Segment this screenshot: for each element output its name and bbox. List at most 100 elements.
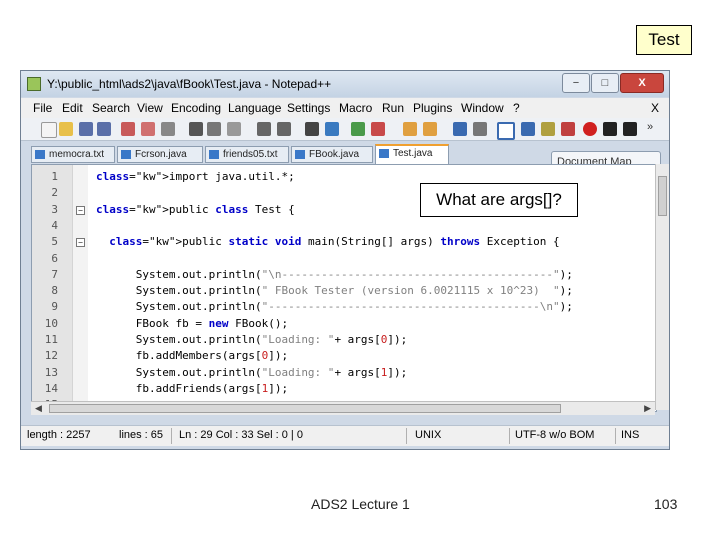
replace-icon[interactable] <box>325 122 339 136</box>
code-line[interactable]: 14 fb.addFriends(args[1]); <box>32 381 652 397</box>
menu-encoding[interactable]: Encoding <box>171 101 221 115</box>
print-icon[interactable] <box>161 122 175 136</box>
close-all-icon[interactable] <box>141 122 155 136</box>
show-all-characters-icon[interactable] <box>473 122 487 136</box>
indent-guide-icon[interactable] <box>497 122 515 140</box>
code-line[interactable]: 10 FBook fb = new FBook(); <box>32 316 652 332</box>
scroll-right-icon[interactable]: ▶ <box>644 403 651 414</box>
horizontal-scroll-thumb[interactable] <box>49 404 561 413</box>
notepad-app-icon <box>27 77 41 91</box>
scroll-left-icon[interactable]: ◀ <box>35 403 42 414</box>
redo-icon[interactable] <box>277 122 291 136</box>
slide-footer: ADS2 Lecture 1 <box>311 496 410 512</box>
menu-bar: File Edit Search View Encoding Language … <box>21 98 669 118</box>
code-line[interactable]: 9 System.out.println("------------------… <box>32 299 652 315</box>
toolbar: » <box>21 118 669 141</box>
save-all-icon[interactable] <box>97 122 111 136</box>
code-text: System.out.println("Loading: "+ args[1])… <box>96 365 408 379</box>
horizontal-scrollbar[interactable]: ◀ ▶ <box>31 401 655 415</box>
stop-macro-icon[interactable] <box>603 122 617 136</box>
minimize-button[interactable]: − <box>562 73 590 93</box>
slide-tag: Test <box>636 25 692 55</box>
tab-test[interactable]: Test.java <box>375 144 449 164</box>
tab-person[interactable]: Fcrson.java <box>117 146 203 163</box>
code-line[interactable]: 4 <box>32 218 652 234</box>
zoom-in-icon[interactable] <box>351 122 365 136</box>
close-button[interactable]: X <box>620 73 664 93</box>
open-file-icon[interactable] <box>59 122 73 136</box>
sync-horizontal-icon[interactable] <box>423 122 437 136</box>
code-text: System.out.println("Loading: "+ args[0])… <box>96 333 408 346</box>
menu-macro[interactable]: Macro <box>339 101 372 115</box>
status-separator <box>171 428 172 444</box>
menu-edit[interactable]: Edit <box>62 101 83 115</box>
find-icon[interactable] <box>305 122 319 136</box>
code-line[interactable]: 13 System.out.println("Loading: "+ args[… <box>32 365 652 381</box>
close-file-icon[interactable] <box>121 122 135 136</box>
line-number: 4 <box>51 218 58 232</box>
fold-toggle-icon[interactable]: − <box>76 205 85 215</box>
code-text: class="kw">public class Test { <box>96 202 295 216</box>
code-text: class="kw">import java.util.*; <box>96 170 295 183</box>
line-number: 10 <box>44 316 58 330</box>
code-line[interactable]: 8 System.out.println(" FBook Tester (ver… <box>32 283 652 299</box>
menu-search[interactable]: Search <box>92 101 130 115</box>
tab-memocra[interactable]: memocra.txt <box>31 146 115 163</box>
status-insert-mode: INS <box>621 429 640 441</box>
line-number: 6 <box>51 251 58 265</box>
code-line[interactable]: 6 <box>32 251 652 267</box>
line-number: 13 <box>44 365 58 379</box>
vertical-scrollbar[interactable] <box>655 164 669 410</box>
cut-icon[interactable] <box>189 122 203 136</box>
new-file-icon[interactable] <box>41 122 57 138</box>
status-eol: UNIX <box>415 429 442 441</box>
menu-window[interactable]: Window <box>461 101 504 115</box>
line-number: 7 <box>51 267 58 281</box>
function-list-icon[interactable] <box>561 122 575 136</box>
status-lines: lines : 65 <box>119 429 164 441</box>
code-line[interactable]: 5 − class="kw">public static void main(St… <box>32 234 652 250</box>
sync-vertical-icon[interactable] <box>403 122 417 136</box>
status-bar: length : 2257 lines : 65 Ln : 29 Col : 3… <box>21 425 669 446</box>
copy-icon[interactable] <box>207 122 221 136</box>
zoom-out-icon[interactable] <box>371 122 385 136</box>
menu-run[interactable]: Run <box>382 101 404 115</box>
menu-help[interactable]: ? <box>513 101 520 115</box>
menu-settings[interactable]: Settings <box>287 101 330 115</box>
code-text: fb.addMembers(args[0]); <box>96 349 289 363</box>
question-callout: What are args[]? <box>420 183 578 217</box>
line-number: 5 <box>51 235 58 249</box>
save-icon[interactable] <box>79 122 93 136</box>
line-number: 14 <box>44 381 58 395</box>
code-text: System.out.println("\n------------------… <box>96 267 573 281</box>
code-line[interactable]: 11 System.out.println("Loading: "+ args[… <box>32 332 652 348</box>
undo-icon[interactable] <box>257 122 271 136</box>
tab-fbook[interactable]: FBook.java <box>291 146 373 163</box>
record-macro-icon[interactable] <box>583 122 597 136</box>
play-macro-icon[interactable] <box>623 122 637 136</box>
window-title: Y:\public_html\ads2\java\fBook\Test.java… <box>47 77 332 91</box>
code-line[interactable]: 12 fb.addMembers(args[0]); <box>32 348 652 364</box>
menu-file[interactable]: File <box>33 101 52 115</box>
status-length: length : 2257 <box>27 429 91 441</box>
word-wrap-icon[interactable] <box>453 122 467 136</box>
menu-plugins[interactable]: Plugins <box>413 101 452 115</box>
title-bar[interactable]: Y:\public_html\ads2\java\fBook\Test.java… <box>21 71 669 97</box>
paste-icon[interactable] <box>227 122 241 136</box>
menu-language[interactable]: Language <box>228 101 281 115</box>
line-number: 1 <box>51 170 58 183</box>
status-separator <box>406 428 407 444</box>
code-text: FBook fb = new FBook(); <box>96 316 289 330</box>
toolbar-overflow-icon[interactable]: » <box>647 121 661 135</box>
user-language-icon[interactable] <box>521 122 535 136</box>
vertical-scroll-thumb[interactable] <box>658 176 667 216</box>
maximize-button[interactable]: □ <box>591 73 619 93</box>
close-document-button[interactable]: X <box>651 101 659 115</box>
status-separator <box>509 428 510 444</box>
fold-toggle-icon[interactable]: − <box>76 238 85 248</box>
file-icon <box>209 150 219 159</box>
menu-view[interactable]: View <box>137 101 163 115</box>
tab-friends[interactable]: friends05.txt <box>205 146 289 163</box>
document-map-icon[interactable] <box>541 122 555 136</box>
code-line[interactable]: 7 System.out.println("\n----------------… <box>32 267 652 283</box>
